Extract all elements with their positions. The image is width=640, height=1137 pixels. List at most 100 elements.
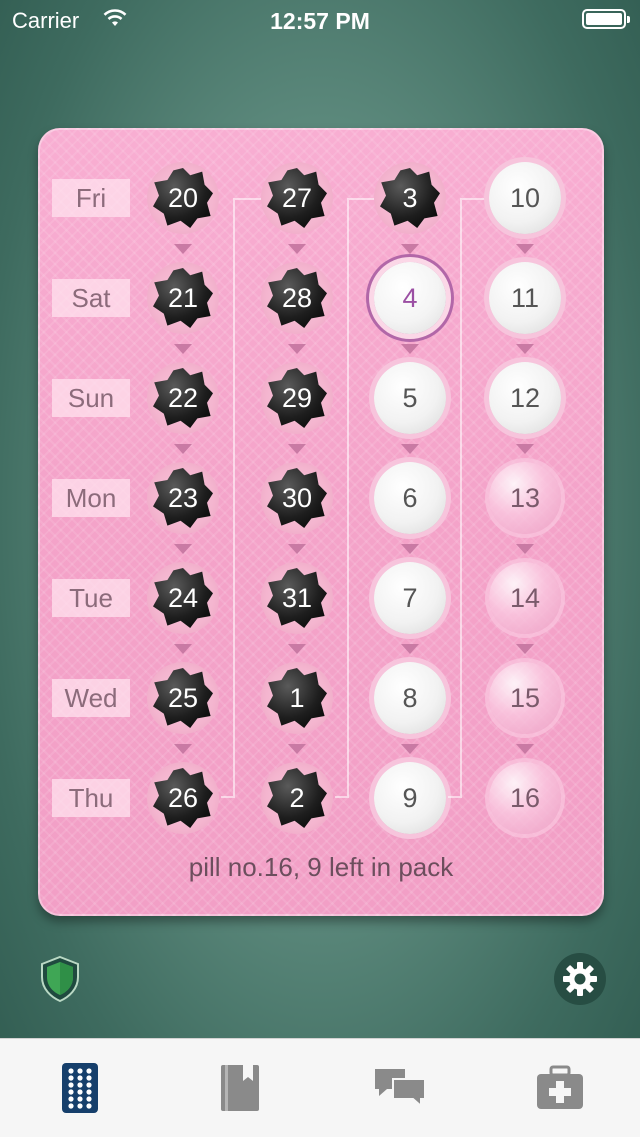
gear-icon <box>563 962 597 996</box>
pill-16[interactable]: 16 <box>489 762 561 834</box>
status-bar: Carrier 12:57 PM <box>0 0 640 40</box>
pill-pack: pill no.16, 9 left in pack Fri Sat Sun Mon T… <box>38 128 604 916</box>
sequence-arrow <box>401 644 419 654</box>
pill-15[interactable]: 15 <box>489 662 561 734</box>
pill-number: 6 <box>402 482 418 513</box>
day-label-sat: Sat <box>52 279 130 317</box>
column-connector-top <box>462 198 489 200</box>
day-label-sun: Sun <box>52 379 130 417</box>
sequence-arrow <box>516 544 534 554</box>
sequence-arrow <box>401 244 419 254</box>
pill-24[interactable]: 24 <box>147 562 219 634</box>
sequence-arrow <box>516 744 534 754</box>
pill-1[interactable]: 1 <box>261 662 333 734</box>
pill-number: 5 <box>402 382 418 413</box>
shield-icon[interactable] <box>38 955 82 1003</box>
pill-3[interactable]: 3 <box>374 162 446 234</box>
tab-bar <box>0 1038 640 1137</box>
sequence-arrow <box>288 444 306 454</box>
pill-number: 1 <box>289 682 305 713</box>
pill-number: 10 <box>509 182 541 213</box>
pill-29[interactable]: 29 <box>261 362 333 434</box>
sequence-arrow <box>288 744 306 754</box>
clock: 12:57 PM <box>270 8 370 34</box>
sequence-arrow <box>401 744 419 754</box>
pack-status-text: pill no.16, 9 left in pack <box>188 852 454 882</box>
pill-number: 11 <box>510 282 540 313</box>
pill-8[interactable]: 8 <box>374 662 446 734</box>
sequence-arrow <box>288 344 306 354</box>
sequence-arrow <box>288 544 306 554</box>
pill-2[interactable]: 2 <box>261 762 333 834</box>
column-connector <box>335 198 349 798</box>
pill-21[interactable]: 21 <box>147 262 219 334</box>
column-connector-top <box>235 198 261 200</box>
pill-number: 25 <box>167 682 199 713</box>
day-label-wed: Wed <box>52 679 130 717</box>
sequence-arrow <box>174 644 192 654</box>
sequence-arrow <box>288 244 306 254</box>
tab-medical[interactable] <box>480 1039 640 1137</box>
sequence-arrow <box>174 744 192 754</box>
pill-number: 31 <box>281 582 313 613</box>
pill-number: 7 <box>402 582 418 613</box>
day-label-thu: Thu <box>52 779 130 817</box>
pill-number: 20 <box>167 182 199 213</box>
pill-6[interactable]: 6 <box>374 462 446 534</box>
battery-icon <box>582 9 630 29</box>
pill-11[interactable]: 11 <box>489 262 561 334</box>
pill-number: 3 <box>402 182 418 213</box>
pill-number: 9 <box>402 782 418 813</box>
pill-31[interactable]: 31 <box>261 562 333 634</box>
pill-number: 26 <box>167 782 199 813</box>
sequence-arrow <box>401 444 419 454</box>
pill-26[interactable]: 26 <box>147 762 219 834</box>
pill-20[interactable]: 20 <box>147 162 219 234</box>
book-icon <box>221 1065 259 1111</box>
pill-number: 29 <box>281 382 313 413</box>
sequence-arrow <box>174 444 192 454</box>
sequence-arrow <box>516 644 534 654</box>
settings-button[interactable] <box>554 953 606 1005</box>
pill-number: 30 <box>281 482 313 513</box>
pill-number: 8 <box>402 682 418 713</box>
pill-number: 12 <box>509 382 541 413</box>
tab-pill-pack[interactable] <box>0 1039 160 1137</box>
day-label-mon: Mon <box>52 479 130 517</box>
pill-7[interactable]: 7 <box>374 562 446 634</box>
pill-number: 23 <box>167 482 199 513</box>
sequence-arrow <box>516 444 534 454</box>
sequence-arrow <box>174 244 192 254</box>
medical-kit-icon <box>537 1065 583 1109</box>
pill-5[interactable]: 5 <box>374 362 446 434</box>
pill-14[interactable]: 14 <box>489 562 561 634</box>
pill-number: 16 <box>509 782 541 813</box>
sequence-arrow <box>401 544 419 554</box>
sequence-arrow <box>401 344 419 354</box>
tab-messages[interactable] <box>320 1039 480 1137</box>
pill-4[interactable]: 4 <box>374 262 446 334</box>
column-connector <box>221 198 235 798</box>
pill-number: 28 <box>281 282 313 313</box>
pill-23[interactable]: 23 <box>147 462 219 534</box>
pill-13[interactable]: 13 <box>489 462 561 534</box>
pill-22[interactable]: 22 <box>147 362 219 434</box>
sequence-arrow <box>288 644 306 654</box>
chat-icon <box>375 1069 426 1109</box>
pill-27[interactable]: 27 <box>261 162 333 234</box>
tab-diary[interactable] <box>160 1039 320 1137</box>
pill-28[interactable]: 28 <box>261 262 333 334</box>
pill-number: 21 <box>167 282 199 313</box>
sequence-arrow <box>174 344 192 354</box>
day-label-fri: Fri <box>52 179 130 217</box>
day-label-tue: Tue <box>52 579 130 617</box>
pill-10[interactable]: 10 <box>489 162 561 234</box>
pill-12[interactable]: 12 <box>489 362 561 434</box>
pill-pack-icon <box>62 1063 98 1113</box>
pill-9[interactable]: 9 <box>374 762 446 834</box>
pill-30[interactable]: 30 <box>261 462 333 534</box>
pill-25[interactable]: 25 <box>147 662 219 734</box>
pill-number: 14 <box>509 582 541 613</box>
pill-number: 2 <box>289 782 305 813</box>
pill-number: 24 <box>167 582 199 613</box>
